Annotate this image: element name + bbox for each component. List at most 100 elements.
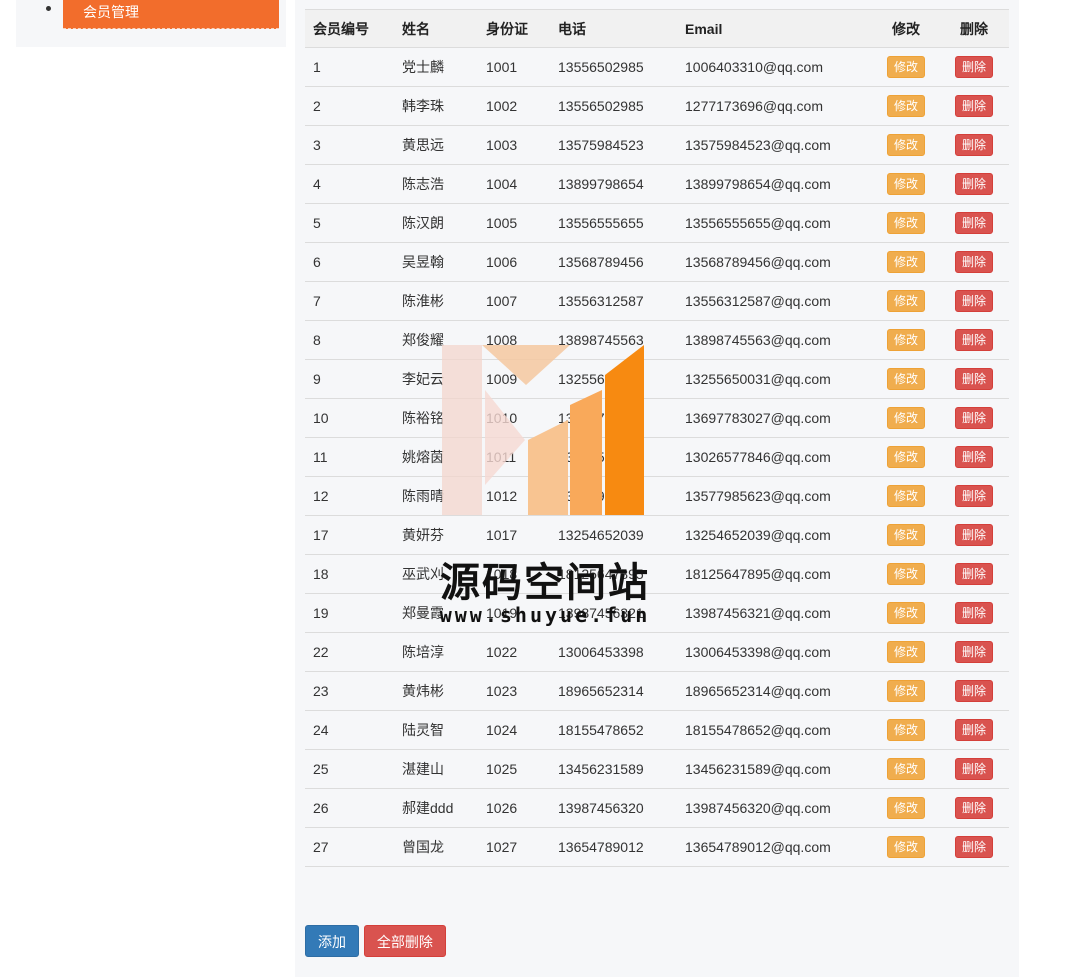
cell-phone: 13568789456 [550,242,677,282]
cell-id-card: 1010 [478,398,550,438]
cell-name: 陆灵智 [394,710,478,750]
edit-button[interactable]: 修改 [886,134,925,156]
cell-edit: 修改 [873,47,939,87]
edit-button[interactable]: 修改 [886,446,925,468]
cell-email: 13568789456@qq.com [677,242,873,282]
edit-button[interactable]: 修改 [886,758,925,780]
cell-delete: 删除 [939,554,1009,594]
edit-button[interactable]: 修改 [886,95,925,117]
edit-button[interactable]: 修改 [886,719,925,741]
member-table: 会员编号 姓名 身份证 电话 Email 修改 删除 1 党士麟 1001 13556… [305,9,1009,867]
cell-email: 13575984523@qq.com [677,125,873,165]
cell-delete: 删除 [939,320,1009,360]
cell-edit: 修改 [873,788,939,828]
cell-delete: 删除 [939,437,1009,477]
table-row: 4 陈志浩 1004 13899798654 13899798654@qq.com 修改 删… [305,164,1009,204]
delete-button[interactable]: 删除 [954,563,993,585]
delete-button[interactable]: 删除 [954,251,993,273]
delete-button[interactable]: 删除 [954,407,993,429]
header-edit: 修改 [873,9,939,48]
cell-edit: 修改 [873,86,939,126]
cell-id-card: 1002 [478,86,550,126]
delete-button[interactable]: 删除 [954,680,993,702]
edit-button[interactable]: 修改 [886,173,925,195]
cell-name: 陈汉朗 [394,203,478,243]
table-row: 1 党士麟 1001 13556502985 1006403310@qq.com 修改 删除 [305,47,1009,87]
delete-button[interactable]: 删除 [954,719,993,741]
cell-delete: 删除 [939,86,1009,126]
delete-button[interactable]: 删除 [954,173,993,195]
delete-button[interactable]: 删除 [954,56,993,78]
cell-phone: 13556312587 [550,281,677,321]
edit-button[interactable]: 修改 [886,485,925,507]
cell-member-id: 5 [305,203,394,243]
cell-edit: 修改 [873,515,939,555]
delete-button[interactable]: 删除 [954,485,993,507]
delete-button[interactable]: 删除 [954,797,993,819]
cell-member-id: 11 [305,437,394,477]
cell-id-card: 1007 [478,281,550,321]
delete-button[interactable]: 删除 [954,446,993,468]
delete-button[interactable]: 删除 [954,602,993,624]
cell-delete: 删除 [939,125,1009,165]
edit-button[interactable]: 修改 [886,212,925,234]
delete-button[interactable]: 删除 [954,641,993,663]
add-button[interactable]: 添加 [305,925,359,957]
delete-button[interactable]: 删除 [954,134,993,156]
cell-phone: 13255650031 [550,359,677,399]
delete-button[interactable]: 删除 [954,836,993,858]
cell-delete: 删除 [939,242,1009,282]
cell-member-id: 1 [305,47,394,87]
cell-edit: 修改 [873,398,939,438]
table-row: 2 韩李珠 1002 13556502985 1277173696@qq.com 修改 删除 [305,86,1009,126]
edit-button[interactable]: 修改 [886,680,925,702]
delete-button[interactable]: 删除 [954,212,993,234]
delete-button[interactable]: 删除 [954,524,993,546]
cell-member-id: 3 [305,125,394,165]
cell-delete: 删除 [939,827,1009,867]
cell-name: 陈培淳 [394,632,478,672]
cell-email: 13987456321@qq.com [677,593,873,633]
cell-email: 18125647895@qq.com [677,554,873,594]
cell-delete: 删除 [939,398,1009,438]
delete-all-button[interactable]: 全部删除 [363,925,446,957]
cell-edit: 修改 [873,242,939,282]
cell-name: 巫武刈 [394,554,478,594]
cell-member-id: 8 [305,320,394,360]
edit-button[interactable]: 修改 [886,368,925,390]
edit-button[interactable]: 修改 [886,836,925,858]
cell-email: 13556555655@qq.com [677,203,873,243]
edit-button[interactable]: 修改 [886,251,925,273]
delete-button[interactable]: 删除 [954,368,993,390]
header-delete: 删除 [939,9,1009,48]
cell-name: 郑俊耀 [394,320,478,360]
edit-button[interactable]: 修改 [886,563,925,585]
delete-button[interactable]: 删除 [954,329,993,351]
edit-button[interactable]: 修改 [886,56,925,78]
delete-button[interactable]: 删除 [954,758,993,780]
cell-delete: 删除 [939,359,1009,399]
cell-phone: 13575984523 [550,125,677,165]
cell-email: 13987456320@qq.com [677,788,873,828]
cell-id-card: 1005 [478,203,550,243]
edit-button[interactable]: 修改 [886,524,925,546]
cell-id-card: 1024 [478,710,550,750]
delete-button[interactable]: 删除 [954,95,993,117]
edit-button[interactable]: 修改 [886,641,925,663]
sidebar-item-member-management[interactable]: 会员管理 [63,0,279,29]
cell-name: 党士麟 [394,47,478,87]
delete-button[interactable]: 删除 [954,290,993,312]
table-row: 10 陈裕铭 1010 13697783027 13697783027@qq.com 修改… [305,398,1009,438]
edit-button[interactable]: 修改 [886,797,925,819]
edit-button[interactable]: 修改 [886,329,925,351]
edit-button[interactable]: 修改 [886,290,925,312]
cell-email: 13654789012@qq.com [677,827,873,867]
table-row: 3 黄思远 1003 13575984523 13575984523@qq.com 修改 删… [305,125,1009,165]
cell-member-id: 17 [305,515,394,555]
cell-name: 曾国龙 [394,827,478,867]
cell-edit: 修改 [873,671,939,711]
edit-button[interactable]: 修改 [886,407,925,429]
table-actions: 添加 全部删除 [305,925,447,957]
cell-id-card: 1008 [478,320,550,360]
edit-button[interactable]: 修改 [886,602,925,624]
